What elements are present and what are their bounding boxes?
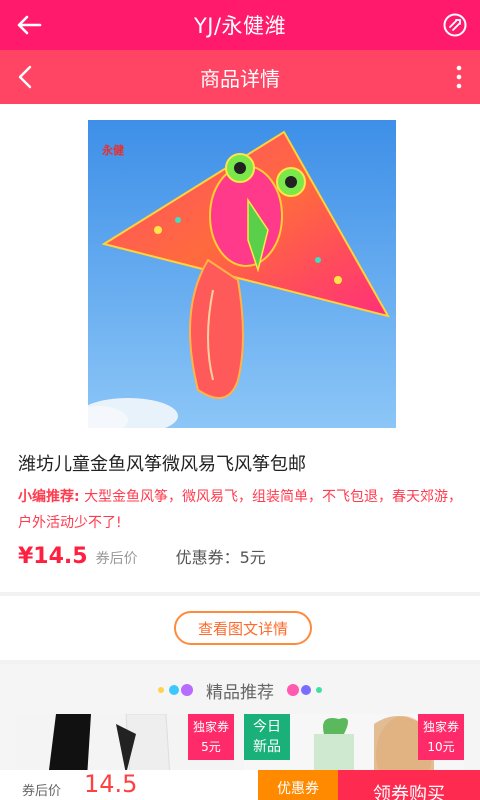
app-header: YJ/永健潍: [0, 0, 480, 50]
recommendation: 小编推荐: 大型金鱼风筝，微风易飞，组装简单，不飞包退，春天郊游，户外活动少不了…: [18, 484, 464, 536]
badge-line: 今日: [253, 719, 281, 735]
chevron-left-icon[interactable]: [12, 63, 40, 91]
new-badge: 今日 新品: [244, 714, 290, 760]
badge-line: 独家券: [422, 720, 459, 734]
bottom-price: 14.5: [84, 770, 138, 798]
view-details-button[interactable]: 查看图文详情: [174, 611, 312, 645]
decor-dots-icon: [158, 684, 193, 696]
nav-bar: 商品详情: [0, 50, 480, 104]
product-title: 潍坊儿童金鱼风筝微风易飞风筝包邮: [18, 454, 306, 475]
recommend-title: 精品推荐: [206, 682, 274, 703]
badge-line: 10元: [427, 740, 455, 754]
badge-line: 5元: [201, 740, 221, 754]
recommendation-text: 大型金鱼风筝，微风易飞，组装简单，不飞包退，春天郊游，户外活动少不了!: [18, 489, 463, 531]
decor-dots-icon: [287, 684, 322, 696]
recommendation-label: 小编推荐:: [18, 489, 80, 505]
coupon-badge: 独家券 5元: [188, 714, 234, 760]
badge-line: 独家券: [192, 720, 229, 734]
coupon-button[interactable]: 优惠券: [258, 770, 338, 800]
buy-button[interactable]: 领券购买: [338, 770, 480, 800]
recommend-header: 精品推荐: [0, 676, 480, 704]
badge-line: 新品: [253, 739, 281, 755]
product-card: 永健 潍坊儿童金鱼风筝微风易飞风筝包邮 小编推荐: 大型金鱼风筝，微风易飞，组装…: [0, 104, 480, 592]
more-vertical-icon[interactable]: [454, 64, 464, 90]
app-title: YJ/永健潍: [193, 14, 287, 38]
page-title: 商品详情: [200, 66, 280, 91]
brand-logo: 永健: [101, 143, 125, 157]
price: ¥14.5: [18, 544, 88, 569]
back-arrow-icon[interactable]: [14, 10, 44, 40]
share-icon[interactable]: [442, 12, 468, 38]
bottom-price-label: 券后价: [22, 784, 62, 799]
price-row: ¥14.5 券后价 优惠券：5元: [18, 544, 266, 574]
product-image[interactable]: 永健: [88, 120, 396, 428]
price-note: 券后价: [95, 551, 138, 567]
coupon-value: 优惠券：5元: [175, 548, 266, 567]
detail-area: 查看图文详情: [0, 596, 480, 660]
coupon-badge: 独家券 10元: [418, 714, 464, 760]
